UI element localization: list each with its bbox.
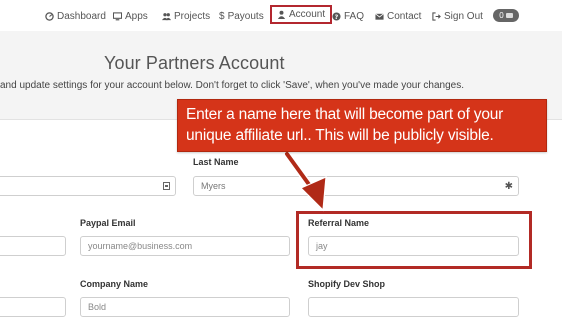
callout-tooltip: Enter a name here that will become part …	[177, 99, 547, 152]
callout-arrow	[283, 150, 327, 212]
callout-line-1: Enter a name here that will become part …	[186, 106, 504, 123]
callout-line-2: unique affiliate url.. This will be publ…	[186, 127, 494, 144]
